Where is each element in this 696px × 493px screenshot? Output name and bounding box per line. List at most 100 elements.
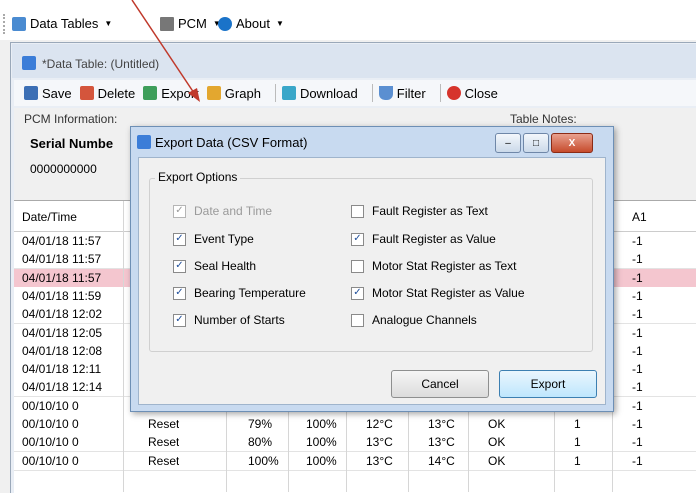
export-confirm-button[interactable]: Export [499, 370, 597, 398]
close-button[interactable]: Close [446, 86, 498, 101]
toolbar-separator [274, 84, 276, 102]
option-seal-health[interactable]: ✓ Seal Health [173, 259, 256, 273]
checkbox[interactable]: ✓ [351, 286, 364, 300]
option-fault-register-text[interactable]: Fault Register as Text [351, 204, 488, 218]
menu-bar: Data Tables ▼ PCM ▼ About ▼ [0, 0, 696, 40]
table-cell-c4: 100% [306, 417, 337, 431]
menu-data-tables[interactable]: Data Tables ▼ [12, 16, 112, 31]
checkbox[interactable]: ✓ [351, 232, 364, 246]
table-cell-c5: 13°C [366, 435, 393, 450]
table-icon [12, 16, 26, 31]
table-cell-dt: 04/01/18 12:08 [22, 343, 103, 358]
checkbox[interactable] [351, 313, 364, 327]
option-event-type[interactable]: ✓ Event Type [173, 232, 254, 246]
table-cell-c5: 12°C [366, 417, 393, 431]
option-motor-stat-value[interactable]: ✓ Motor Stat Register as Value [351, 286, 525, 300]
table-notes-label: Table Notes: [510, 112, 577, 126]
dialog-body: Export Options ✓ Date and Time ✓ Event Typ… [138, 157, 606, 405]
table-cell-dt: 00/10/10 0 [22, 435, 79, 450]
dialog-close-button[interactable]: X [551, 133, 593, 153]
option-label: Seal Health [194, 259, 257, 273]
option-label: Number of Starts [194, 313, 285, 327]
option-label: Analogue Channels [372, 313, 477, 327]
header-date-time[interactable]: Date/Time [22, 210, 77, 224]
table-cell-c6: 13°C [428, 435, 455, 450]
menu-label: Data Tables [30, 16, 99, 31]
menu-pcm[interactable]: PCM ▼ [160, 16, 221, 31]
table-icon [137, 135, 151, 149]
cancel-button[interactable]: Cancel [391, 370, 489, 398]
checkbox[interactable]: ✓ [173, 204, 186, 218]
table-cell-a1: -1 [632, 288, 643, 303]
download-button[interactable]: Download [281, 86, 358, 101]
graph-button[interactable]: Graph [206, 85, 261, 101]
option-fault-register-value[interactable]: ✓ Fault Register as Value [351, 232, 496, 246]
close-icon: X [568, 137, 576, 149]
save-button[interactable]: Save [24, 86, 72, 101]
table-cell-a1: -1 [632, 453, 643, 468]
toolbar-grip[interactable] [3, 14, 8, 34]
menu-label: About [236, 16, 270, 31]
checkbox[interactable] [351, 259, 364, 273]
pcm-info-label: PCM Information: [24, 112, 118, 126]
table-cell-a1: -1 [632, 380, 643, 395]
header-a1[interactable]: A1 [632, 210, 647, 224]
minimize-button[interactable]: – [495, 133, 521, 153]
table-cell-dt: 00/10/10 0 [22, 417, 79, 431]
table-cell-c3: 100% [248, 453, 279, 468]
option-label: Motor Stat Register as Value [372, 286, 525, 300]
serial-number-label: Serial Numbe [30, 136, 114, 151]
toolbar-separator [371, 84, 373, 102]
chip-icon [160, 16, 174, 31]
table-row[interactable]: 00/10/10 0 Reset 80% 100% 13°C 13°C OK 1 -1 [14, 433, 696, 453]
table-cell-dt: 04/01/18 11:59 [22, 288, 102, 303]
table-cell-c8: 1 [574, 417, 581, 431]
table-cell-c8: 1 [574, 453, 581, 468]
table-cell-c4: 100% [306, 435, 337, 450]
filter-label: Filter [396, 85, 426, 101]
option-label: Bearing Temperature [194, 286, 306, 300]
table-cell-a1: -1 [632, 398, 643, 413]
export-button[interactable]: Export [143, 86, 199, 101]
graph-label: Graph [224, 85, 261, 101]
table-cell-a1: -1 [632, 417, 643, 431]
option-date-and-time[interactable]: ✓ Date and Time [173, 204, 272, 218]
maximize-icon: □ [532, 137, 540, 149]
delete-label: Delete [97, 85, 136, 101]
window-titlebar: *Data Table: (Untitled) [12, 44, 696, 78]
export-label: Export [161, 85, 199, 101]
table-cell-c2: Reset [148, 435, 180, 450]
option-analogue-channels[interactable]: Analogue Channels [351, 313, 477, 327]
table-cell-dt: 00/10/10 0 [22, 398, 79, 413]
option-number-of-starts[interactable]: ✓ Number of Starts [173, 313, 285, 327]
export-dialog: Export Data (CSV Format) – □ X Export Op… [130, 126, 614, 412]
checkbox[interactable]: ✓ [173, 232, 186, 246]
dialog-title: Export Data (CSV Format) [155, 135, 308, 150]
checkbox[interactable]: ✓ [173, 286, 186, 300]
checkbox[interactable]: ✓ [173, 313, 186, 327]
cancel-label: Cancel [421, 377, 459, 391]
checkbox[interactable]: ✓ [173, 259, 186, 273]
table-cell-c4: 100% [306, 453, 337, 468]
export-icon [143, 86, 158, 100]
table-cell-c5: 13°C [366, 453, 393, 468]
option-bearing-temperature[interactable]: ✓ Bearing Temperature [173, 286, 306, 300]
table-row[interactable]: 00/10/10 0 Reset 100% 100% 13°C 14°C OK 1 -1 [14, 451, 696, 471]
table-cell-a1: -1 [632, 343, 643, 358]
delete-button[interactable]: Delete [79, 85, 136, 101]
save-label: Save [42, 85, 72, 101]
table-cell-c6: 14°C [428, 453, 455, 468]
filter-icon [378, 86, 393, 100]
table-cell-a1: -1 [632, 325, 643, 340]
option-label: Fault Register as Value [372, 232, 496, 246]
filter-button[interactable]: Filter [378, 85, 426, 101]
table-cell-dt: 00/10/10 0 [22, 453, 79, 468]
maximize-button[interactable]: □ [523, 133, 549, 153]
table-cell-a1: -1 [632, 362, 643, 377]
menu-about[interactable]: About ▼ [218, 16, 284, 31]
checkbox[interactable] [351, 204, 364, 218]
table-cell-dt: 04/01/18 12:14 [22, 380, 103, 395]
option-motor-stat-text[interactable]: Motor Stat Register as Text [351, 259, 517, 273]
table-row[interactable]: 00/10/10 0 Reset 79% 100% 12°C 13°C OK 1 -1 [14, 415, 696, 434]
option-label: Date and Time [194, 204, 273, 218]
